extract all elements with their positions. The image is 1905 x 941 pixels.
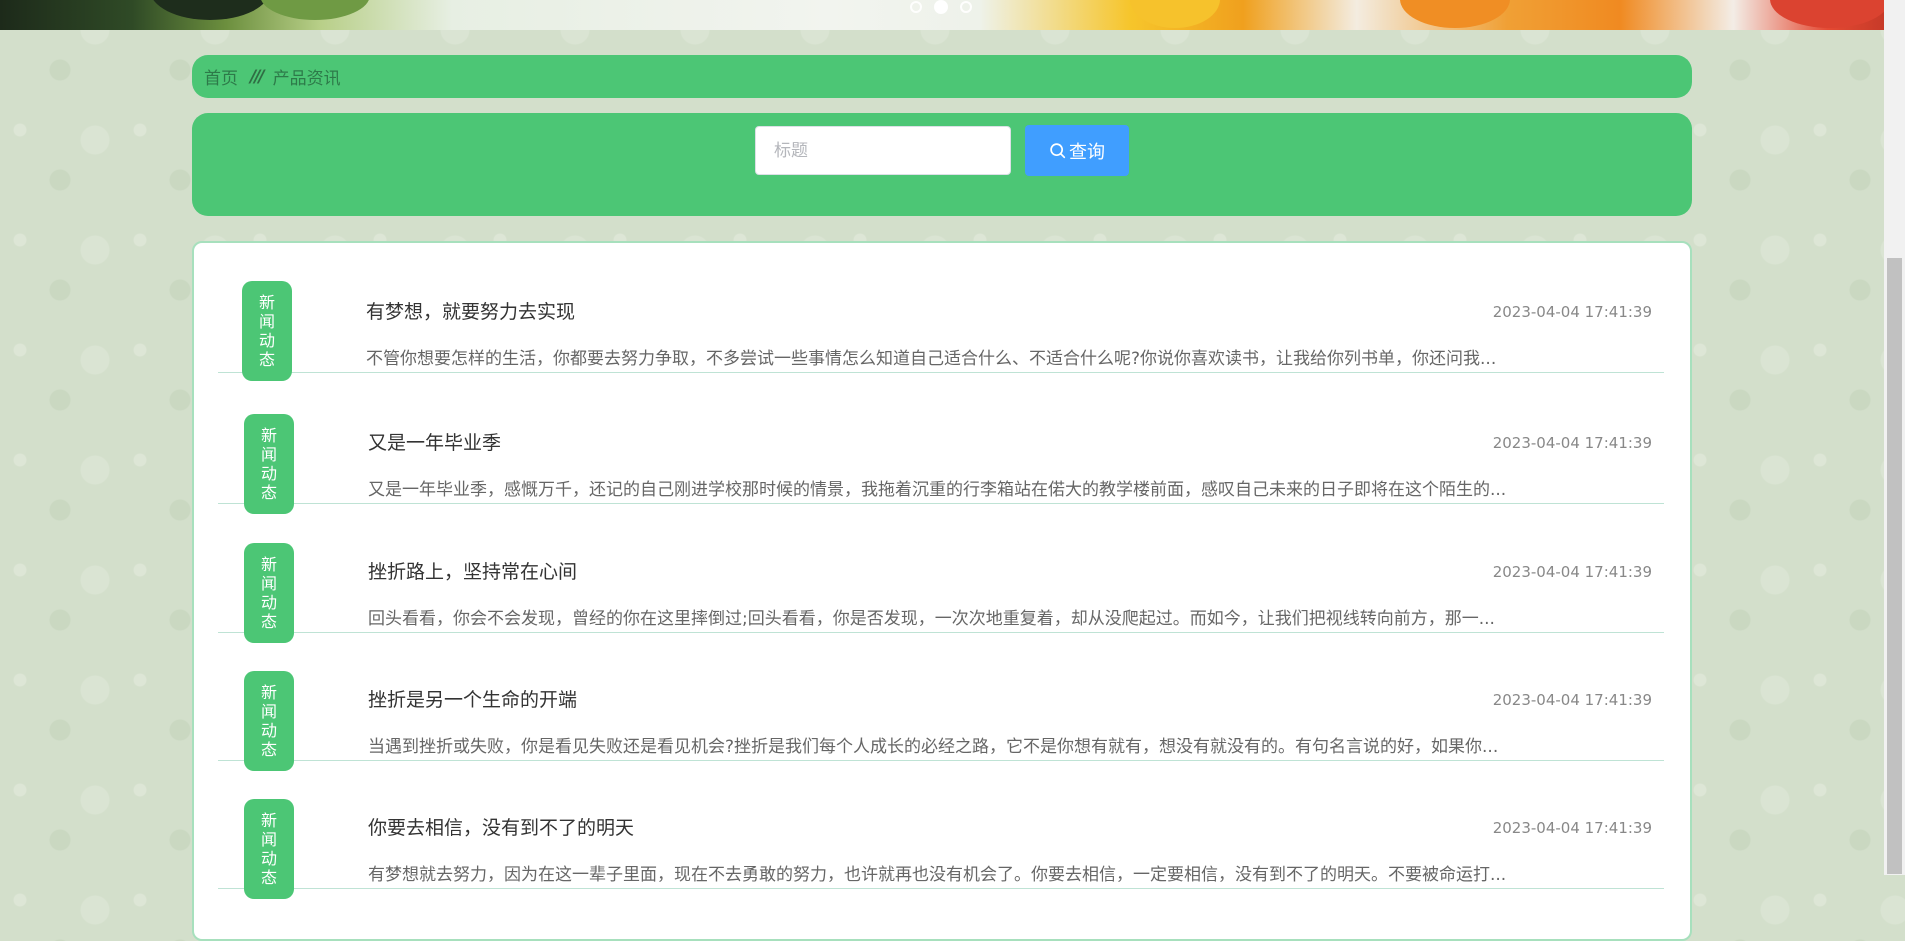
hero-banner (0, 0, 1884, 30)
banner-image-vegetable (260, 0, 370, 20)
banner-image-pepper (1130, 0, 1220, 28)
carousel-dot[interactable] (910, 1, 922, 13)
news-item[interactable]: 新闻动态 挫折路上，坚持常在心间 2023-04-04 17:41:39 回头看… (218, 503, 1664, 643)
news-item[interactable]: 新闻动态 有梦想，就要努力去实现 2023-04-04 17:41:39 不管你… (218, 243, 1664, 381)
news-item[interactable]: 新闻动态 挫折是另一个生命的开端 2023-04-04 17:41:39 当遇到… (218, 631, 1664, 771)
news-category-tag: 新闻动态 (244, 543, 294, 643)
search-panel: 查询 (192, 113, 1692, 216)
search-icon (1050, 143, 1066, 159)
news-summary: 不管你想要怎样的生活，你都要去努力争取，不多尝试一些事情怎么知道自己适合什么、不… (366, 349, 1497, 369)
news-date: 2023-04-04 17:41:39 (1492, 303, 1652, 321)
banner-image-orange (1400, 0, 1510, 28)
news-summary: 当遇到挫折或失败，你是看见失败还是看见机会?挫折是我们每个人成长的必经之路，它不… (368, 737, 1499, 757)
news-title[interactable]: 你要去相信，没有到不了的明天 (368, 813, 634, 840)
news-summary: 回头看看，你会不会发现，曾经的你在这里摔倒过;回头看看，你是否发现，一次次地重复… (368, 609, 1495, 629)
news-date: 2023-04-04 17:41:39 (1492, 563, 1652, 581)
news-date: 2023-04-04 17:41:39 (1492, 691, 1652, 709)
scrollbar-thumb[interactable] (1887, 258, 1902, 874)
news-category-tag: 新闻动态 (242, 281, 292, 381)
banner-image-tomato (1770, 0, 1884, 28)
news-summary: 有梦想就去努力，因为在这一辈子里面，现在不去勇敢的努力，也许就再也没有机会了。你… (368, 865, 1507, 885)
breadcrumb-home-link[interactable]: 首页 (204, 64, 238, 89)
carousel-indicators (910, 0, 972, 14)
news-date: 2023-04-04 17:41:39 (1492, 434, 1652, 452)
news-title[interactable]: 挫折路上，坚持常在心间 (368, 557, 577, 584)
breadcrumb-separator: /// (250, 66, 265, 87)
search-button[interactable]: 查询 (1025, 125, 1129, 176)
news-category-tag: 新闻动态 (244, 671, 294, 771)
breadcrumb: 首页 /// 产品资讯 (192, 55, 1692, 98)
search-button-label: 查询 (1069, 141, 1105, 163)
news-category-tag: 新闻动态 (244, 799, 294, 899)
news-item[interactable]: 新闻动态 你要去相信，没有到不了的明天 2023-04-04 17:41:39 … (218, 759, 1664, 899)
news-date: 2023-04-04 17:41:39 (1492, 819, 1652, 837)
news-item[interactable]: 新闻动态 又是一年毕业季 2023-04-04 17:41:39 又是一年毕业季… (218, 374, 1664, 514)
carousel-dot-active[interactable] (934, 0, 948, 14)
news-title[interactable]: 又是一年毕业季 (368, 428, 501, 455)
title-search-input[interactable] (755, 126, 1011, 175)
news-summary: 又是一年毕业季，感慨万千，还记的自己刚进学校那时候的情景，我拖着沉重的行李箱站在… (368, 480, 1507, 500)
news-list: 新闻动态 有梦想，就要努力去实现 2023-04-04 17:41:39 不管你… (192, 241, 1692, 941)
news-category-tag: 新闻动态 (244, 414, 294, 514)
carousel-dot[interactable] (960, 1, 972, 13)
breadcrumb-current: 产品资讯 (272, 69, 341, 89)
banner-image-cucumber (150, 0, 270, 20)
news-title[interactable]: 有梦想，就要努力去实现 (366, 297, 575, 324)
news-title[interactable]: 挫折是另一个生命的开端 (368, 685, 577, 712)
